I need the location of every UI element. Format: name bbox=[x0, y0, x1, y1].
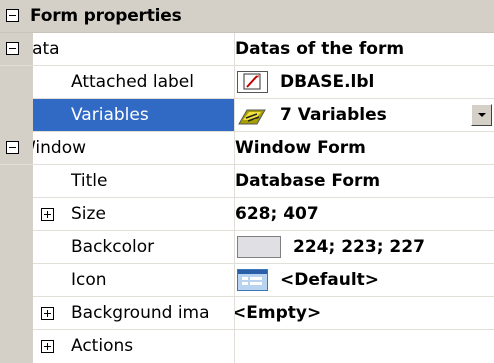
property-row-attached-label[interactable]: Attached label DBASE.lbl bbox=[0, 66, 494, 99]
property-grid: Form properties Data Datas of the form A… bbox=[0, 0, 494, 363]
category-window[interactable]: Window Window Form bbox=[0, 132, 494, 165]
variables-icon bbox=[237, 104, 268, 126]
property-name: Icon bbox=[71, 270, 107, 290]
property-name: Variables bbox=[71, 105, 149, 125]
collapse-toggle-icon[interactable] bbox=[6, 141, 19, 154]
property-row-variables[interactable]: Variables 7 Variables bbox=[0, 99, 494, 132]
label-file-icon bbox=[237, 71, 268, 93]
property-value: 628; 407 bbox=[235, 204, 319, 224]
collapse-toggle-icon[interactable] bbox=[6, 42, 19, 55]
property-name: Background ima bbox=[71, 303, 210, 323]
property-value: 7 Variables bbox=[280, 105, 387, 125]
property-name: Actions bbox=[71, 336, 134, 356]
category-data[interactable]: Data Datas of the form bbox=[0, 33, 494, 66]
chevron-down-icon bbox=[477, 113, 486, 117]
property-value: Database Form bbox=[235, 171, 381, 191]
property-name: Data bbox=[33, 39, 60, 59]
property-value: <Empty> bbox=[235, 303, 322, 323]
property-name: Attached label bbox=[71, 72, 194, 92]
color-swatch bbox=[237, 236, 281, 258]
column-separator[interactable] bbox=[234, 33, 235, 363]
property-row-background-image[interactable]: Background ima <Empty> bbox=[0, 297, 494, 330]
property-value: Datas of the form bbox=[235, 39, 405, 59]
property-name: Backcolor bbox=[71, 237, 155, 257]
property-value: DBASE.lbl bbox=[280, 72, 375, 92]
property-row-actions[interactable]: Actions bbox=[0, 330, 494, 363]
property-row-size[interactable]: Size 628; 407 bbox=[0, 198, 494, 231]
property-value: Window Form bbox=[235, 138, 366, 158]
property-row-title[interactable]: Title Database Form bbox=[0, 165, 494, 198]
property-value: <Default> bbox=[280, 270, 380, 290]
form-icon bbox=[237, 269, 268, 291]
collapse-toggle-icon[interactable] bbox=[6, 9, 19, 22]
dropdown-button[interactable] bbox=[471, 104, 492, 126]
property-row-icon[interactable]: Icon <Default> bbox=[0, 264, 494, 297]
property-name: Size bbox=[71, 204, 106, 224]
property-row-backcolor[interactable]: Backcolor 224; 223; 227 bbox=[0, 231, 494, 264]
property-name: Window bbox=[33, 138, 87, 158]
header-title: Form properties bbox=[30, 6, 182, 26]
property-value: 224; 223; 227 bbox=[293, 237, 425, 257]
property-name: Title bbox=[71, 171, 108, 191]
property-grid-header: Form properties bbox=[0, 0, 494, 33]
